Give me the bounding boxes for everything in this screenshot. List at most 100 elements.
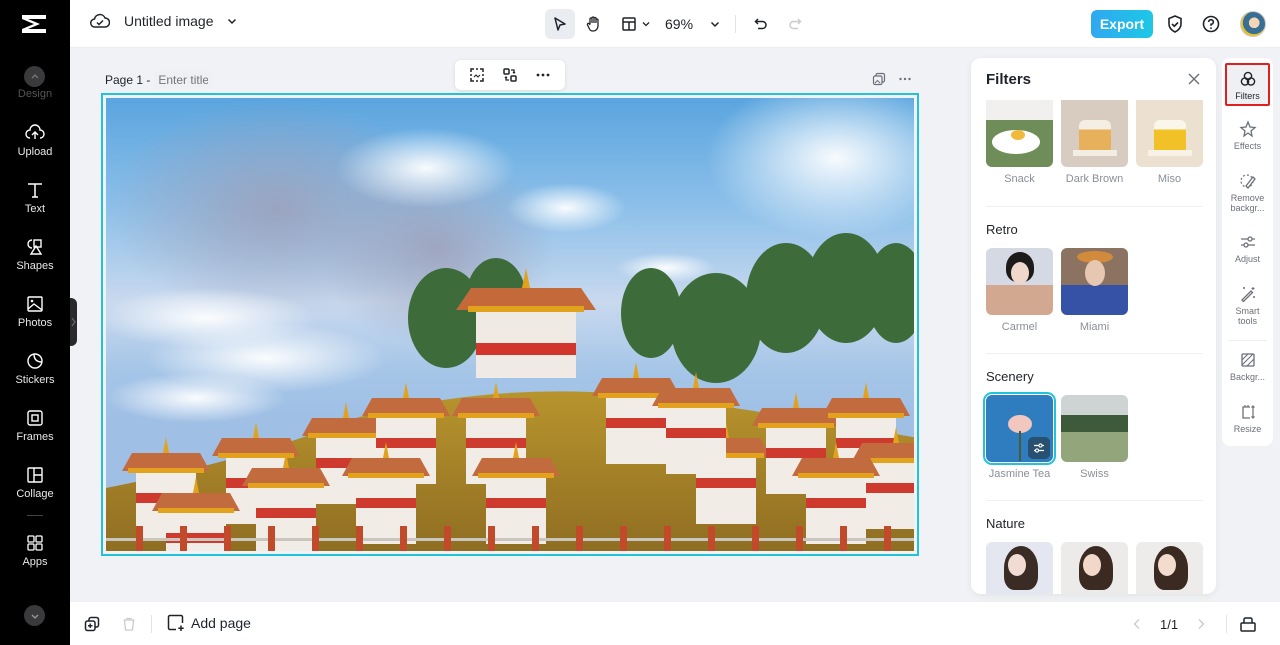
filter-nature-2[interactable] [1061,542,1128,594]
fence-post [752,526,759,551]
filter-nature-1[interactable] [986,542,1053,594]
filter-nature-3[interactable] [1136,542,1203,594]
add-page-label: Add page [191,615,251,631]
sidebar-item-label: Upload [17,146,53,158]
filter-label: Swiss [1080,468,1109,480]
close-icon[interactable] [1187,72,1201,86]
sidebar-item-label: Stickers [15,374,55,386]
rail-item-label: Filters [1235,91,1260,101]
filter-label: Miso [1157,173,1182,185]
select-tool-button[interactable] [545,9,575,39]
filter-label: Miami [1079,321,1110,333]
undo-icon [754,18,767,30]
replace-image-icon[interactable] [501,66,519,84]
filter-thumbnail [986,248,1053,315]
document-title[interactable]: Untitled image [124,13,214,29]
rail-item-label: Backgr... [1229,372,1265,382]
collage-icon [27,467,43,483]
layout-dropdown-button[interactable] [621,9,651,39]
sidebar-item-photos[interactable]: Photos [0,294,70,329]
adjust-filter-button[interactable] [1028,437,1050,459]
hand-tool-button[interactable] [579,9,609,39]
fence-post [268,526,275,551]
expand-pages-icon[interactable] [1239,615,1257,633]
filter-snack[interactable]: Snack [986,100,1053,185]
fence-post [312,526,319,551]
capcut-logo-icon[interactable] [19,11,49,37]
export-button[interactable]: Export [1091,10,1153,38]
next-page-icon[interactable] [1196,618,1206,630]
sidebar-item-stickers[interactable]: Stickers [0,351,70,386]
top-bar: Untitled image 69% Export [70,0,1280,48]
page-header: Page 1 - [105,71,213,89]
zoom-level[interactable]: 69% [665,16,693,32]
filter-thumbnail [1061,395,1128,462]
filter-jasmine-tea[interactable]: Jasmine Tea [983,392,1056,480]
undo-button[interactable] [746,9,776,39]
hand-icon [586,16,599,32]
filter-thumbnail [986,100,1053,167]
rail-item-filters[interactable]: Filters [1225,63,1270,106]
section-divider [986,500,1203,501]
chevron-down-icon [31,614,38,619]
left-sidebar: Design Upload Text Shapes Photos Sticker… [0,0,70,645]
fence-post [620,526,627,551]
add-page-button[interactable]: Add page [167,614,251,632]
chevron-down-icon [642,22,650,27]
sidebar-item-apps[interactable]: Apps [0,533,70,568]
redo-button[interactable] [780,9,810,39]
fence-post [224,526,231,551]
filter-dark-brown[interactable]: Dark Brown [1061,100,1128,185]
previous-page-icon[interactable] [1132,618,1142,630]
sidebar-divider [27,515,43,516]
scroll-up-button[interactable] [24,66,45,87]
apps-icon [27,535,43,551]
shield-check-icon[interactable] [1164,13,1186,35]
cloud-saved-icon[interactable] [90,12,110,30]
delete-page-icon[interactable] [121,616,137,632]
photos-icon [27,296,43,312]
rail-item-remove-background[interactable]: Remove backgr... [1225,172,1270,213]
add-page-icon [167,614,184,631]
sidebar-item-shapes[interactable]: Shapes [0,237,70,272]
fence-post [796,526,803,551]
effects-star-icon [1238,120,1257,138]
duplicate-page-icon[interactable] [872,72,886,86]
sidebar-item-upload[interactable]: Upload [0,123,70,158]
chevron-right-icon [71,317,76,327]
shapes-icon [27,239,43,255]
sidebar-item-design[interactable]: Design [0,88,70,100]
sidebar-item-text[interactable]: Text [0,180,70,215]
filter-label: Snack [1004,173,1035,185]
filter-swiss[interactable]: Swiss [1061,395,1128,480]
duplicate-page-icon[interactable] [84,616,100,632]
rail-item-resize[interactable]: Resize [1225,403,1270,434]
sidebar-item-collage[interactable]: Collage [0,465,70,500]
filter-miami[interactable]: Miami [1061,248,1128,333]
scroll-down-button[interactable] [24,605,45,626]
fence-post [576,526,583,551]
zoom-dropdown-icon[interactable] [709,18,721,30]
canvas-selection-frame[interactable] [101,93,919,556]
rail-item-adjust[interactable]: Adjust [1225,233,1270,264]
sidebar-item-frames[interactable]: Frames [0,408,70,443]
chevron-down-icon[interactable] [226,15,238,27]
fence-post [136,526,143,551]
image-floating-toolbar [455,60,565,90]
filter-miso[interactable]: Miso [1136,100,1203,185]
more-options-icon[interactable] [534,66,552,84]
page-title-input[interactable] [154,71,213,89]
filter-carmel[interactable]: Carmel [986,248,1053,333]
page-more-icon[interactable] [898,72,912,86]
canvas-image[interactable] [106,98,914,551]
filters-scroll-area[interactable]: Snack Dark Brown Miso Retro Carmel Miami… [971,100,1216,594]
rail-item-smart-tools[interactable]: Smart tools [1225,285,1270,326]
help-icon[interactable] [1200,13,1222,35]
filter-label: Jasmine Tea [988,468,1051,480]
crop-select-icon[interactable] [468,66,486,84]
rail-item-background[interactable]: Backgr... [1225,351,1270,382]
rail-item-effects[interactable]: Effects [1225,120,1270,151]
sidebar-item-label: Shapes [16,260,54,272]
user-avatar[interactable] [1240,11,1266,37]
panel-expand-handle[interactable] [70,298,77,346]
